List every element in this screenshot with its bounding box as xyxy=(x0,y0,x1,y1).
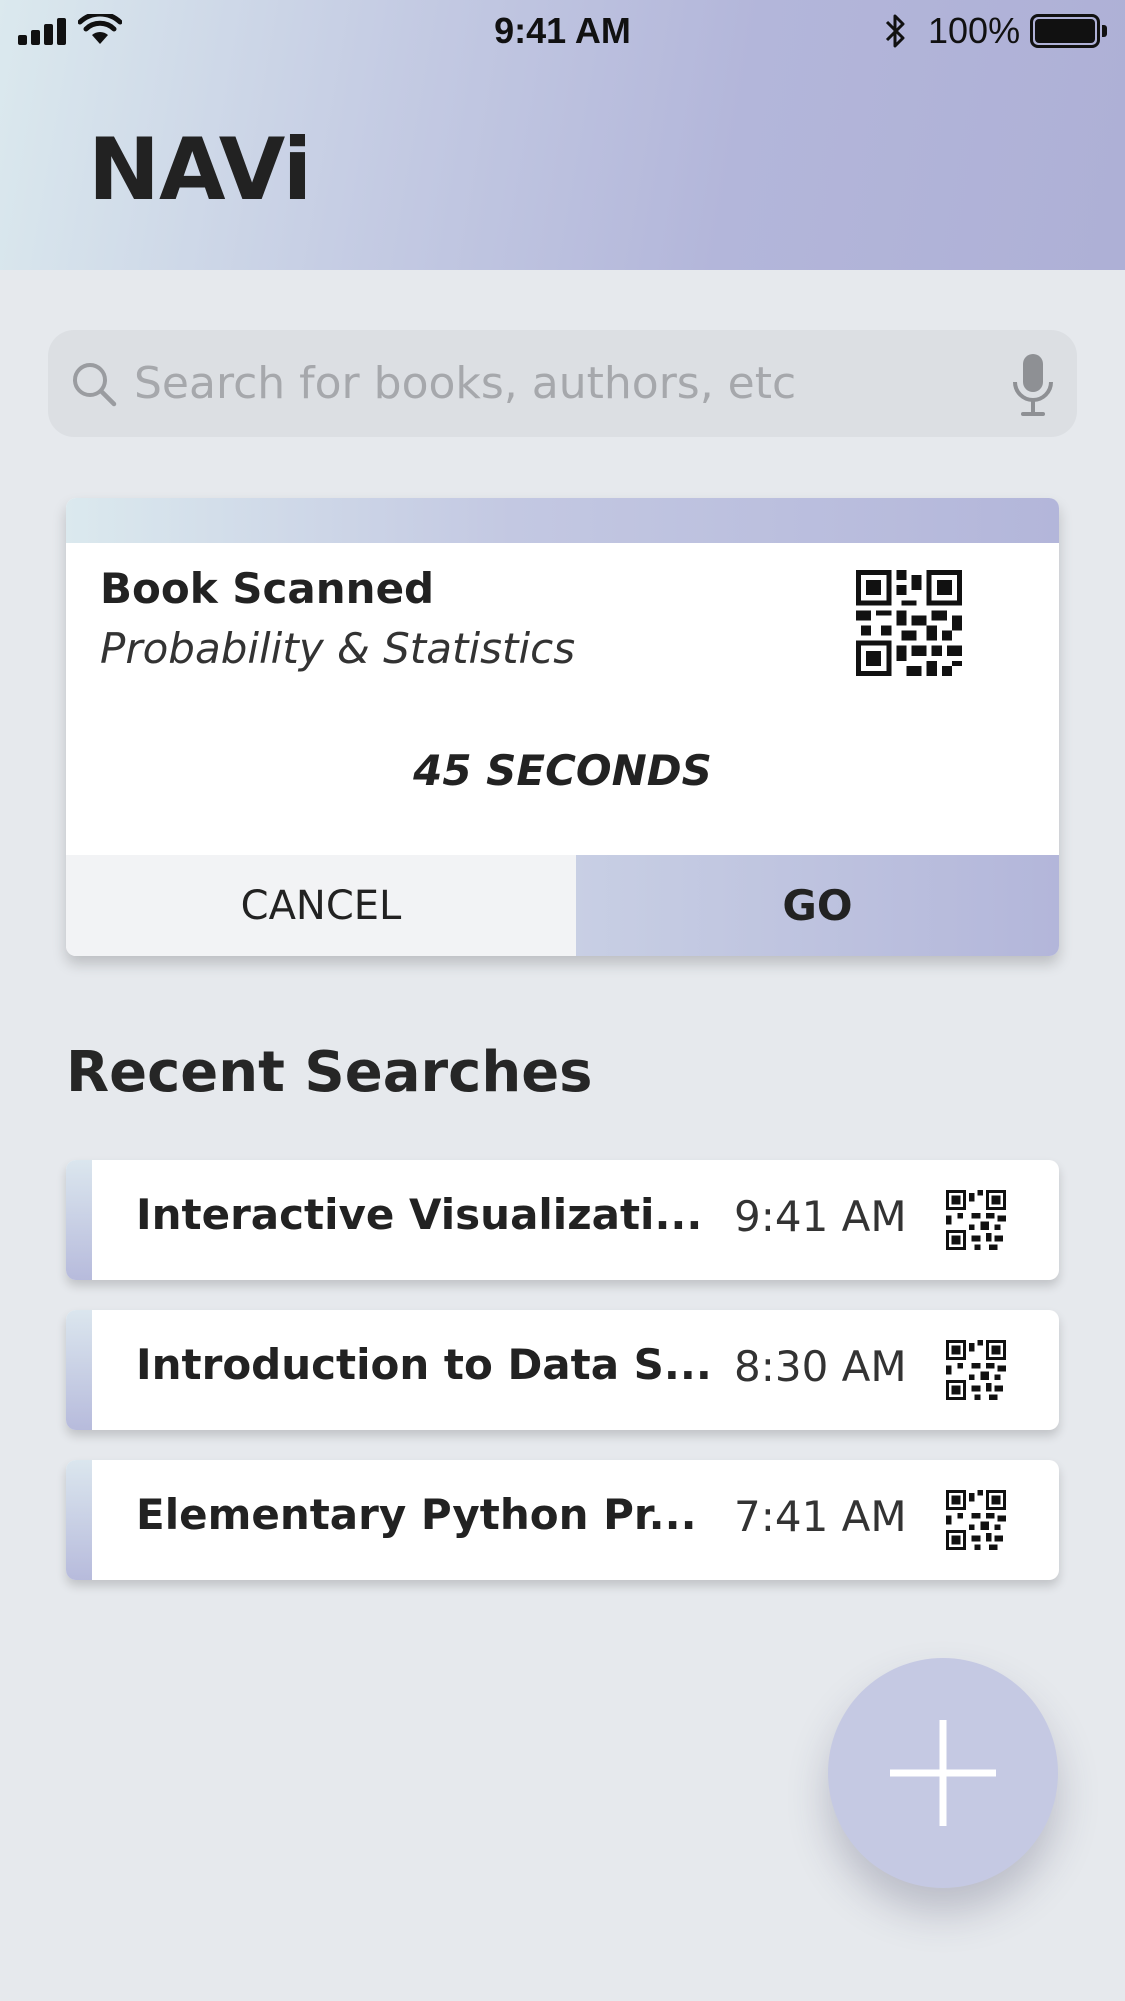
app-title: NAVi xyxy=(88,120,312,220)
search-icon xyxy=(73,363,117,407)
recent-search-item[interactable]: Introduction to Data S... 8:30 AM xyxy=(66,1310,1059,1430)
battery-icon xyxy=(1030,14,1108,48)
scan-card-title: Book Scanned xyxy=(100,564,435,613)
qr-code-icon xyxy=(856,570,962,676)
scan-card: Book Scanned Probability & Statistics 45… xyxy=(66,498,1059,956)
add-button[interactable] xyxy=(828,1658,1058,1888)
recent-search-item[interactable]: Interactive Visualizati... 9:41 AM xyxy=(66,1160,1059,1280)
list-item-accent xyxy=(66,1160,92,1280)
go-button[interactable]: GO xyxy=(576,855,1059,956)
recent-search-title: Elementary Python Pr... xyxy=(136,1490,697,1539)
cancel-button[interactable]: CANCEL xyxy=(66,855,576,956)
recent-search-item[interactable]: Elementary Python Pr... 7:41 AM xyxy=(66,1460,1059,1580)
qr-code-icon[interactable] xyxy=(946,1340,1006,1400)
scan-card-header-strip xyxy=(66,498,1059,543)
scan-countdown: 45 SECONDS xyxy=(413,746,712,795)
status-bar: 9:41 AM 100% xyxy=(0,0,1125,60)
recent-search-title: Introduction to Data S... xyxy=(136,1340,712,1389)
recent-searches-heading: Recent Searches xyxy=(66,1040,593,1105)
scan-card-book-title: Probability & Statistics xyxy=(100,624,576,673)
battery-percent: 100% xyxy=(928,10,1021,51)
list-item-accent xyxy=(66,1310,92,1430)
plus-icon xyxy=(890,1720,996,1826)
recent-search-time: 7:41 AM xyxy=(734,1492,907,1541)
app-header: 9:41 AM 100% NAVi xyxy=(0,0,1125,270)
search-bar[interactable] xyxy=(48,330,1077,437)
microphone-icon[interactable] xyxy=(1008,352,1058,418)
recent-search-time: 9:41 AM xyxy=(734,1192,907,1241)
recent-search-title: Interactive Visualizati... xyxy=(136,1190,703,1239)
search-input[interactable] xyxy=(134,350,1014,416)
qr-code-icon[interactable] xyxy=(946,1490,1006,1550)
bluetooth-icon xyxy=(885,14,905,48)
qr-code-icon[interactable] xyxy=(946,1190,1006,1250)
list-item-accent xyxy=(66,1460,92,1580)
recent-search-time: 8:30 AM xyxy=(734,1342,907,1391)
